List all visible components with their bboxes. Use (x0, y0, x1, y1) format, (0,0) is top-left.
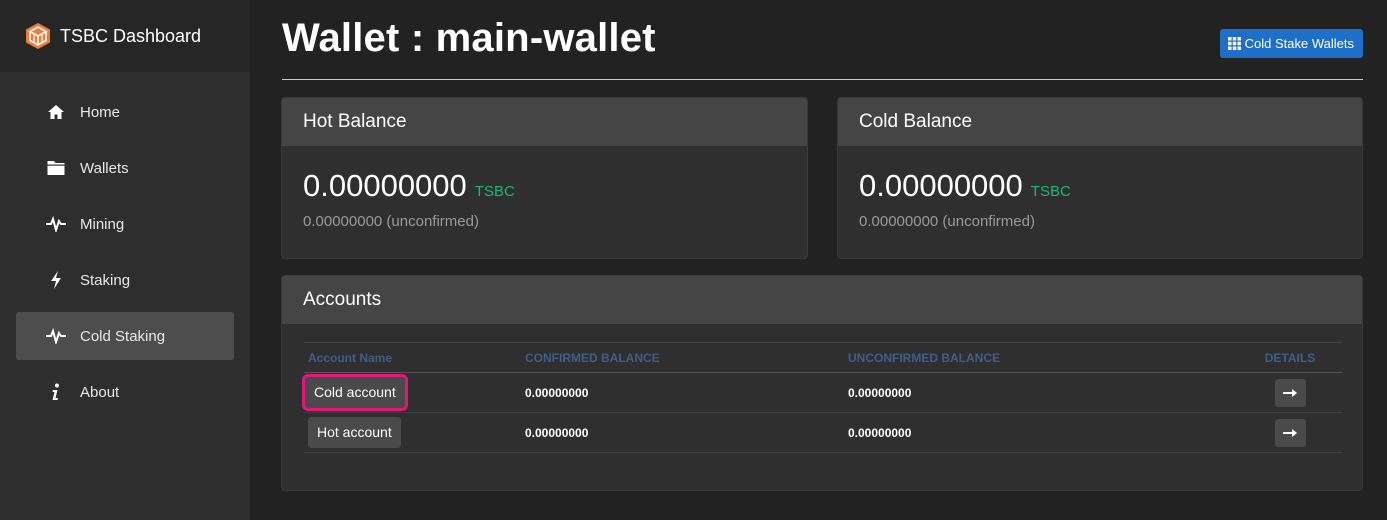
arrow-right-icon (1283, 388, 1297, 397)
page-title: Wallet : main-wallet (282, 16, 656, 60)
lightning-icon (46, 270, 66, 290)
tsbc-logo-icon (26, 23, 50, 49)
hot-balance-card: Hot Balance 0.00000000 TSBC 0.00000000 (… (282, 98, 807, 258)
info-icon (46, 382, 66, 402)
column-header-details: DETAILS (1238, 342, 1342, 373)
cold-stake-wallets-label: Cold Stake Wallets (1244, 36, 1354, 51)
cold-balance-amount-row: 0.00000000 TSBC (859, 168, 1071, 204)
cold-balance-unconfirmed: 0.00000000 (unconfirmed) (859, 213, 1035, 230)
hot-balance-unit: TSBC (474, 183, 515, 200)
cold-balance-title: Cold Balance (838, 98, 1362, 146)
pulse-icon (46, 214, 66, 234)
sidebar-item-cold-staking[interactable]: Cold Staking (16, 312, 234, 360)
sidebar-item-wallets[interactable]: Wallets (16, 144, 234, 192)
details-button[interactable] (1274, 378, 1306, 407)
sidebar-item-mining[interactable]: Mining (16, 200, 234, 248)
column-header-unconfirmed-balance: UNCONFIRMED BALANCE (848, 342, 1238, 373)
confirmed-balance-cell: 0.00000000 (525, 372, 848, 413)
cold-balance-unit: TSBC (1030, 183, 1071, 200)
pulse-icon (46, 326, 66, 346)
column-header-account-name: Account Name (304, 342, 525, 373)
hot-balance-unconfirmed: 0.00000000 (unconfirmed) (303, 213, 479, 230)
sidebar-item-about[interactable]: About (16, 368, 234, 416)
cold-account-button[interactable]: Cold account (302, 374, 408, 411)
sidebar-item-label: About (80, 383, 120, 401)
divider (282, 79, 1363, 80)
column-header-confirmed-balance: CONFIRMED BALANCE (525, 342, 848, 373)
sidebar-item-label: Home (80, 103, 121, 121)
sidebar-item-label: Mining (80, 215, 125, 233)
sidebar-item-home[interactable]: Home (16, 88, 234, 136)
sidebar: TSBC Dashboard Home Wallets Mining Staki… (0, 0, 250, 520)
table-row: Hot account 0.00000000 0.00000000 (304, 412, 1342, 453)
hot-balance-amount-row: 0.00000000 TSBC (303, 168, 515, 204)
accounts-card: Accounts Account Name CONFIRMED BALANCE … (282, 276, 1362, 490)
cold-stake-wallets-button[interactable]: Cold Stake Wallets (1219, 29, 1363, 58)
table-header-row: Account Name CONFIRMED BALANCE UNCONFIRM… (304, 342, 1342, 373)
table-row: Cold account 0.00000000 0.00000000 (302, 372, 1342, 413)
unconfirmed-balance-cell: 0.00000000 (848, 372, 1238, 413)
hot-balance-title: Hot Balance (282, 98, 807, 146)
sidebar-nav: Home Wallets Mining Staking Cold Staking (0, 72, 250, 416)
hot-balance-amount: 0.00000000 (303, 168, 467, 203)
arrow-right-icon (1283, 428, 1297, 437)
hot-account-button[interactable]: Hot account (308, 417, 401, 448)
cold-balance-card: Cold Balance 0.00000000 TSBC 0.00000000 … (838, 98, 1362, 258)
accounts-table: Account Name CONFIRMED BALANCE UNCONFIRM… (302, 342, 1342, 453)
confirmed-balance-cell: 0.00000000 (525, 412, 848, 453)
accounts-title: Accounts (282, 276, 1362, 324)
sidebar-item-label: Cold Staking (80, 327, 166, 345)
details-button[interactable] (1274, 418, 1306, 447)
unconfirmed-balance-cell: 0.00000000 (848, 412, 1238, 453)
brand[interactable]: TSBC Dashboard (0, 0, 250, 72)
sidebar-item-label: Wallets (80, 159, 129, 177)
grid-icon (1227, 37, 1241, 50)
sidebar-item-label: Staking (80, 271, 131, 289)
folder-icon (46, 158, 66, 178)
app-title: TSBC Dashboard (60, 25, 202, 46)
sidebar-item-staking[interactable]: Staking (16, 256, 234, 304)
cold-balance-amount: 0.00000000 (859, 168, 1023, 203)
home-icon (46, 102, 66, 122)
